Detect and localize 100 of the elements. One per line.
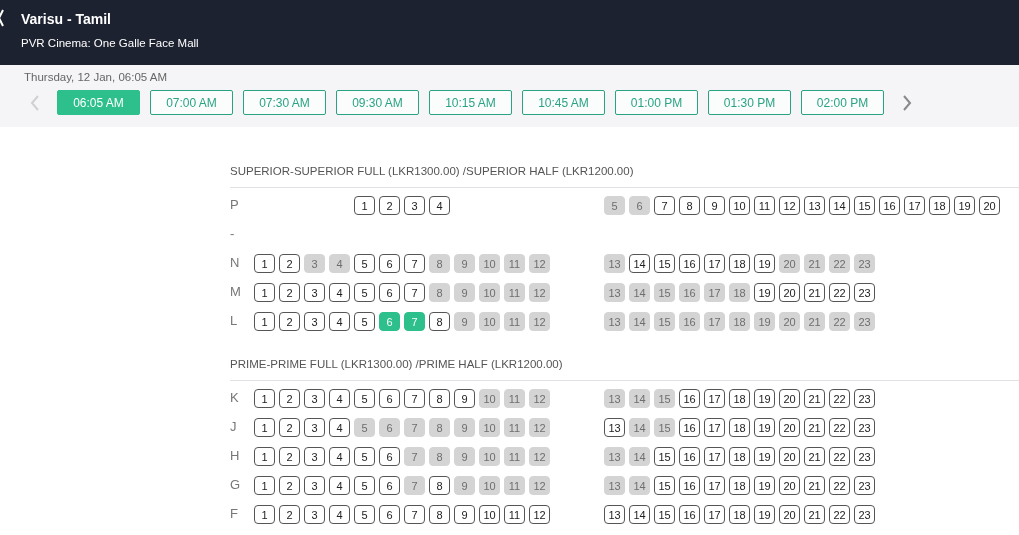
seat-button[interactable]: 8 <box>679 196 700 215</box>
seat-button[interactable]: 13 <box>604 312 625 331</box>
seat-button[interactable]: 9 <box>454 283 475 302</box>
seat-button[interactable]: 7 <box>404 447 425 466</box>
seat-button[interactable]: 23 <box>854 312 875 331</box>
seat-button[interactable]: 11 <box>504 476 525 495</box>
seat-button[interactable]: 17 <box>704 447 725 466</box>
seat-button[interactable]: 12 <box>529 312 550 331</box>
seat-button[interactable]: 1 <box>254 389 275 408</box>
seat-button[interactable]: 18 <box>729 476 750 495</box>
seat-button[interactable]: 11 <box>504 312 525 331</box>
chevron-right-icon[interactable] <box>902 94 912 111</box>
seat-button[interactable]: 23 <box>854 476 875 495</box>
seat-button[interactable]: 7 <box>404 254 425 273</box>
seat-button[interactable]: 9 <box>454 254 475 273</box>
seat-button[interactable]: 16 <box>879 196 900 215</box>
seat-button[interactable]: 2 <box>279 447 300 466</box>
seat-button[interactable]: 4 <box>329 418 350 437</box>
seat-button[interactable]: 19 <box>754 418 775 437</box>
seat-button[interactable]: 1 <box>354 196 375 215</box>
seat-button[interactable]: 18 <box>729 254 750 273</box>
seat-button[interactable]: 5 <box>354 418 375 437</box>
seat-button[interactable]: 11 <box>504 389 525 408</box>
seat-button[interactable]: 6 <box>379 476 400 495</box>
seat-button[interactable]: 13 <box>604 254 625 273</box>
seat-button[interactable]: 14 <box>629 254 650 273</box>
seat-button[interactable]: 19 <box>754 254 775 273</box>
seat-button[interactable]: 22 <box>829 312 850 331</box>
seat-button[interactable]: 13 <box>604 505 625 524</box>
seat-button[interactable]: 4 <box>329 283 350 302</box>
seat-button[interactable]: 4 <box>429 196 450 215</box>
seat-button[interactable]: 16 <box>679 283 700 302</box>
seat-button[interactable]: 9 <box>454 476 475 495</box>
seat-button[interactable]: 8 <box>429 312 450 331</box>
seat-button[interactable]: 6 <box>379 418 400 437</box>
seat-button[interactable]: 5 <box>354 283 375 302</box>
seat-button[interactable]: 22 <box>829 476 850 495</box>
seat-button[interactable]: 22 <box>829 418 850 437</box>
seat-button[interactable]: 6 <box>379 447 400 466</box>
seat-button[interactable]: 15 <box>654 389 675 408</box>
seat-button[interactable]: 12 <box>529 418 550 437</box>
seat-button[interactable]: 4 <box>329 312 350 331</box>
seat-button[interactable]: 2 <box>379 196 400 215</box>
seat-button[interactable]: 21 <box>804 447 825 466</box>
seat-button[interactable]: 17 <box>904 196 925 215</box>
seat-button[interactable]: 1 <box>254 254 275 273</box>
seat-button[interactable]: 3 <box>404 196 425 215</box>
seat-button[interactable]: 3 <box>304 505 325 524</box>
seat-button[interactable]: 12 <box>529 389 550 408</box>
seat-button[interactable]: 15 <box>654 447 675 466</box>
seat-button[interactable]: 9 <box>454 312 475 331</box>
seat-button[interactable]: 22 <box>829 254 850 273</box>
seat-button[interactable]: 10 <box>729 196 750 215</box>
seat-button[interactable]: 19 <box>754 476 775 495</box>
seat-button[interactable]: 13 <box>604 418 625 437</box>
seat-button[interactable]: 4 <box>329 447 350 466</box>
seat-button[interactable]: 15 <box>654 254 675 273</box>
seat-button[interactable]: 8 <box>429 389 450 408</box>
seat-button[interactable]: 2 <box>279 505 300 524</box>
seat-button[interactable]: 22 <box>829 505 850 524</box>
seat-button[interactable]: 10 <box>479 505 500 524</box>
seat-button[interactable]: 10 <box>479 312 500 331</box>
seat-button[interactable]: 19 <box>754 389 775 408</box>
seat-button[interactable]: 21 <box>804 476 825 495</box>
seat-button[interactable]: 20 <box>779 476 800 495</box>
seat-button[interactable]: 9 <box>454 389 475 408</box>
seat-button[interactable]: 6 <box>629 196 650 215</box>
seat-button[interactable]: 3 <box>304 254 325 273</box>
seat-button[interactable]: 20 <box>779 254 800 273</box>
seat-button[interactable]: 8 <box>429 418 450 437</box>
seat-button[interactable]: 3 <box>304 312 325 331</box>
seat-button[interactable]: 15 <box>654 505 675 524</box>
seat-button[interactable]: 11 <box>504 418 525 437</box>
seat-button[interactable]: 21 <box>804 389 825 408</box>
seat-button[interactable]: 12 <box>529 283 550 302</box>
seat-button[interactable]: 23 <box>854 283 875 302</box>
seat-button[interactable]: 17 <box>704 505 725 524</box>
seat-button[interactable]: 3 <box>304 389 325 408</box>
seat-button[interactable]: 18 <box>729 418 750 437</box>
seat-button[interactable]: 19 <box>954 196 975 215</box>
seat-button[interactable]: 15 <box>654 418 675 437</box>
seat-button[interactable]: 6 <box>379 505 400 524</box>
seat-button[interactable]: 23 <box>854 447 875 466</box>
seat-button[interactable]: 14 <box>629 505 650 524</box>
seat-button[interactable]: 20 <box>779 312 800 331</box>
seat-button[interactable]: 23 <box>854 254 875 273</box>
seat-button[interactable]: 18 <box>729 283 750 302</box>
seat-button[interactable]: 19 <box>754 447 775 466</box>
seat-button[interactable]: 16 <box>679 312 700 331</box>
seat-button[interactable]: 10 <box>479 476 500 495</box>
seat-button[interactable]: 23 <box>854 418 875 437</box>
seat-button[interactable]: 2 <box>279 389 300 408</box>
seat-button[interactable]: 4 <box>329 505 350 524</box>
seat-button[interactable]: 18 <box>729 447 750 466</box>
seat-button[interactable]: 13 <box>604 447 625 466</box>
seat-button[interactable]: 7 <box>404 476 425 495</box>
seat-button[interactable]: 2 <box>279 476 300 495</box>
seat-button[interactable]: 8 <box>429 505 450 524</box>
seat-button[interactable]: 15 <box>654 312 675 331</box>
seat-button[interactable]: 13 <box>804 196 825 215</box>
